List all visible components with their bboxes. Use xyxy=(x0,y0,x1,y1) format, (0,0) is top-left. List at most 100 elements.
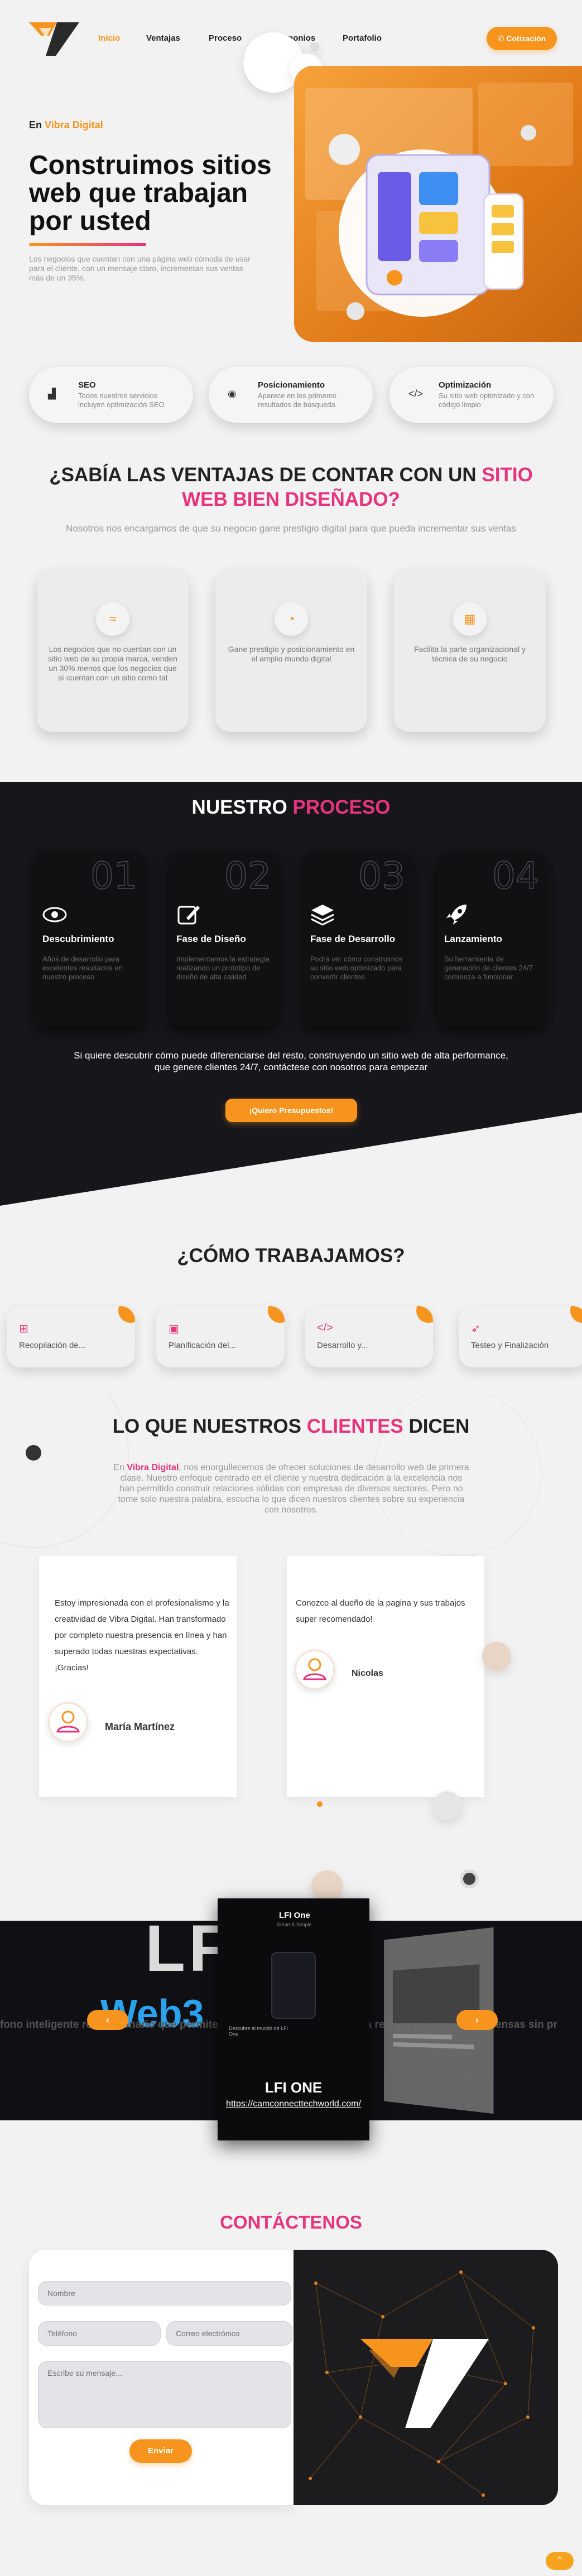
testimonios-title-part: LO QUE NUESTROS xyxy=(112,1415,307,1437)
phone-field[interactable] xyxy=(38,2321,161,2346)
contact-image xyxy=(294,2250,558,2505)
proceso-title-part: NUESTRO xyxy=(191,796,293,818)
project-link[interactable]: https://camconnecttechworld.com/ xyxy=(218,2099,369,2109)
scroll-to-top-button[interactable]: ⌃ xyxy=(546,2552,574,2570)
step-title: Fase de Desarrollo xyxy=(310,934,396,944)
cotizacion-button[interactable]: ✆ Cotización xyxy=(487,27,557,50)
feature-pill-posicionamiento: ◉ Posicionamiento Aparece en los primero… xyxy=(209,367,373,423)
testimonial-name: María Martínez xyxy=(105,1721,175,1732)
send-button[interactable]: Enviar xyxy=(129,2439,192,2463)
hero-eyebrow-prefix: En xyxy=(29,119,42,131)
mini-text: Descubre el mundo de LFI One xyxy=(229,2026,288,2037)
nav-link-proceso[interactable]: Proceso xyxy=(209,33,242,43)
nav-link-ventajas[interactable]: Ventajas xyxy=(146,33,180,43)
como-card[interactable]: ➶ Testeo y Finalización xyxy=(459,1306,582,1367)
ventajas-title-highlight: WEB BIEN DISEÑADO? xyxy=(182,489,400,510)
carousel-dot[interactable] xyxy=(317,1801,323,1807)
testimonial-text: Estoy impresionada con el profesionalism… xyxy=(55,1598,229,1673)
network-illustration xyxy=(309,2270,535,2497)
testimonial-card: Conozco al dueño de la pagina y sus trab… xyxy=(287,1556,484,1797)
code-icon: </> xyxy=(317,1322,333,1334)
vibra-logo[interactable] xyxy=(29,22,79,56)
message-field[interactable] xyxy=(38,2361,291,2428)
step-number: 03 xyxy=(358,854,405,898)
card-corner-accent xyxy=(268,1306,285,1323)
step-title: Lanzamiento xyxy=(444,934,502,944)
floating-avatar-photo xyxy=(311,1871,343,1902)
como-card[interactable]: ▣ Planificación del... xyxy=(156,1306,285,1367)
step-desc: Implementamos la estrategia realizando u… xyxy=(176,955,270,981)
feature-title: Optimización xyxy=(439,380,492,390)
testimonial-card: Estoy impresionada con el profesionalism… xyxy=(39,1556,237,1797)
testimonios-title-part: DICEN xyxy=(403,1415,470,1437)
mini-brand: LFI One xyxy=(279,1911,310,1920)
como-card[interactable]: </> Desarrollo y... xyxy=(305,1306,433,1367)
ventaja-text: Los negocios que no cuentan con un sitio… xyxy=(48,645,177,682)
rocket-icon xyxy=(446,905,466,925)
edit-icon xyxy=(177,906,200,925)
quiero-presupuestos-button[interactable]: ¡Quiero Presupuestos! xyxy=(225,1099,357,1122)
contact-form xyxy=(29,2250,294,2505)
como-card-label: Recopilación de... xyxy=(19,1341,86,1350)
nav-link-inicio[interactable]: Inicio xyxy=(98,33,120,43)
phone-icon: ✆ xyxy=(497,34,507,43)
slide-text-line xyxy=(392,2033,452,2039)
como-card-label: Desarrollo y... xyxy=(317,1341,368,1350)
como-trabajamos-title: ¿CÓMO TRABAJAMOS? xyxy=(177,1245,405,1267)
feature-title: SEO xyxy=(78,380,96,390)
proceso-title-highlight: PROCESO xyxy=(292,796,391,818)
feature-desc: Su sitio web optimizado y con código lim… xyxy=(439,392,535,409)
ventajas-title: ¿SABÍA LAS VENTAJAS DE CONTAR CON UN SIT… xyxy=(0,463,582,512)
portfolio-slide-active[interactable]: LFI One Smart & Simple Descubre el mundo… xyxy=(218,1898,369,2140)
ventaja-text: Facilita la parte organizacional y técni… xyxy=(414,645,526,663)
como-card-label: Planificación del... xyxy=(169,1341,236,1350)
mini-sub: Smart & Simple xyxy=(277,1922,312,1927)
floating-avatar-photo xyxy=(482,1642,511,1671)
ventaja-card: ▦ Facilita la parte organizacional y téc… xyxy=(394,570,546,732)
testimonios-title: LO QUE NUESTROS CLIENTES DICEN xyxy=(0,1415,582,1438)
eye-icon xyxy=(42,907,67,922)
slider-next-button[interactable]: › xyxy=(456,2010,498,2030)
floating-avatar-photo xyxy=(433,1791,462,1820)
testimonial-text: Conozco al dueño de la pagina y sus trab… xyxy=(296,1598,465,1624)
trend-icon: ≈ xyxy=(96,602,129,636)
hero-eyebrow: En Vibra Digital xyxy=(29,119,103,131)
step-desc: Podrá ver cómo construimos su sitio web … xyxy=(310,955,403,981)
proceso-title: NUESTRO PROCESO xyxy=(0,796,582,819)
ventaja-card: ≈ Los negocios que no cuentan con un sit… xyxy=(37,570,189,732)
nav-link-portafolio[interactable]: Portafolio xyxy=(343,33,382,43)
feature-title: Posicionamiento xyxy=(258,380,325,390)
testimonial-name: Nicolas xyxy=(352,1669,383,1678)
proceso-card: 02 Fase de Diseño Implementamos la estra… xyxy=(169,851,279,1026)
sitemap-icon: ⊞ xyxy=(19,1323,28,1335)
como-card[interactable]: ⊞ Recopilación de... xyxy=(7,1306,135,1367)
user-icon xyxy=(56,1710,80,1733)
ventaja-text: Gane prestigio y posicionamiento en el a… xyxy=(228,645,355,663)
hero-eyebrow-brand: Vibra Digital xyxy=(45,119,103,131)
feature-desc: Todos nuestros servicios incluyen optimi… xyxy=(78,392,165,409)
proceso-card: 03 Fase de Desarrollo Podrá ver cómo con… xyxy=(302,851,413,1026)
ventajas-subtitle: Nosotros nos encargamos de que su negoci… xyxy=(65,523,517,534)
step-desc: Años de desarrollo para excelentes resul… xyxy=(42,955,123,981)
project-title: LFI ONE xyxy=(264,2079,323,2096)
proceso-cta-text: Si quiere descubrir cómo puede diferenci… xyxy=(74,1050,508,1072)
hero-devices-illustration xyxy=(305,83,573,320)
intro-part: En xyxy=(113,1463,127,1472)
ventajas-title-highlight: SITIO xyxy=(482,464,533,486)
email-field[interactable] xyxy=(166,2321,292,2346)
step-desc: Su herramienta de generación de clientes… xyxy=(444,955,533,981)
feature-pill-seo: ▟ SEO Todos nuestros servicios incluyen … xyxy=(29,367,193,423)
chart-icon: ▟ xyxy=(48,388,56,399)
slider-prev-button[interactable]: ‹ xyxy=(87,2010,128,2030)
name-field[interactable] xyxy=(38,2281,291,2306)
hero-illustration xyxy=(294,66,582,342)
hero-underline xyxy=(29,243,146,246)
phone-mockup xyxy=(271,1952,316,2019)
calendar-icon: ▣ xyxy=(169,1323,179,1335)
feature-desc: Aparece en los primeros resultados de bú… xyxy=(258,392,336,409)
feature-pill-optimizacion: </> Optimización Su sitio web optimizado… xyxy=(389,367,554,423)
code-icon: </> xyxy=(408,388,424,399)
testimonios-title-highlight: CLIENTES xyxy=(306,1415,403,1437)
hero-subtitle: Los negocios que cuentan con una página … xyxy=(29,254,251,282)
ventajas-title-part: ¿SABÍA LAS VENTAJAS DE CONTAR CON UN xyxy=(49,464,482,486)
